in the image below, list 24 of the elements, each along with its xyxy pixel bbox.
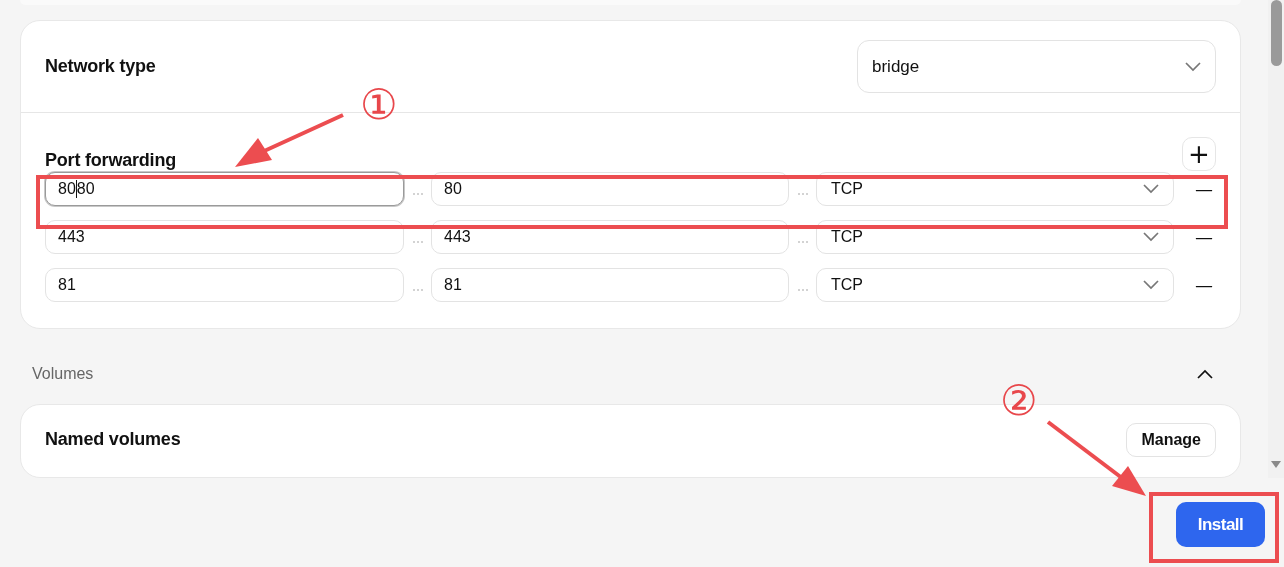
network-type-select[interactable]: bridge (857, 40, 1216, 93)
scroll-down-icon[interactable] (1271, 461, 1281, 468)
chevron-down-icon (1143, 232, 1159, 242)
scrollbar-thumb[interactable] (1271, 0, 1282, 66)
container-port-field[interactable]: 81 (431, 268, 789, 302)
remove-button[interactable]: — (1174, 172, 1217, 206)
chevron-down-icon (1143, 280, 1159, 290)
port-forwarding-label: Port forwarding (45, 150, 176, 171)
scrollbar[interactable] (1268, 0, 1284, 478)
protocol-select[interactable]: TCP (816, 268, 1174, 302)
named-volumes-label: Named volumes (45, 428, 181, 450)
volumes-heading: Volumes (32, 365, 94, 383)
host-port-field[interactable]: 81 (45, 268, 404, 302)
network-type-label: Network type (45, 56, 156, 77)
remove-button[interactable]: — (1174, 220, 1217, 254)
chevron-down-icon (1143, 184, 1159, 194)
chevron-up-icon (1197, 369, 1213, 379)
add-button[interactable]: + (1182, 137, 1216, 171)
chevron-down-icon (1185, 61, 1201, 72)
manage-button[interactable]: Manage (1126, 423, 1216, 457)
remove-button[interactable]: — (1174, 268, 1217, 302)
install-button[interactable]: Install (1176, 502, 1265, 547)
annotation-number: ② (1000, 380, 1038, 422)
annotation-number: ① (360, 84, 398, 126)
